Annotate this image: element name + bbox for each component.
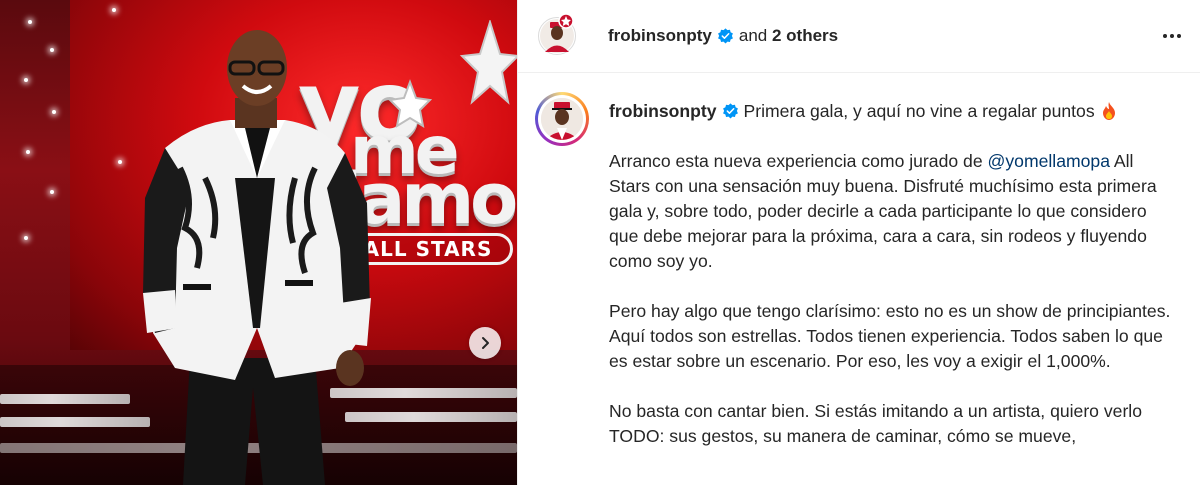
- stage-light: [50, 48, 54, 52]
- more-horizontal-icon: [1163, 34, 1167, 38]
- post-side-panel: frobinsonpty and 2 others frobinsonpty P…: [517, 0, 1200, 485]
- caption-avatar-image: [541, 98, 583, 140]
- caption-paragraph-3: No basta con cantar bien. Si estás imita…: [609, 401, 1142, 446]
- star-logo-icon: [387, 20, 517, 129]
- stage-light: [24, 78, 28, 82]
- and-label: and: [738, 26, 768, 45]
- stage-light: [118, 160, 122, 164]
- carousel-next-button[interactable]: [469, 327, 501, 359]
- author-avatar[interactable]: [538, 13, 576, 55]
- caption-first-line: frobinsonpty Primera gala, y aquí no vin…: [609, 99, 1179, 124]
- collaborators-text: and 2 others: [739, 26, 838, 46]
- stage-step: [0, 417, 150, 427]
- caption-paragraph-2: Pero hay algo que tengo clarísimo: esto …: [609, 301, 1171, 371]
- fire-emoji-icon: [1102, 102, 1115, 120]
- caption-headline: Primera gala, y aquí no vine a regalar p…: [743, 101, 1095, 121]
- caption-username-link[interactable]: frobinsonpty: [609, 101, 717, 121]
- collab-avatar-icon: [558, 13, 574, 29]
- mention-link[interactable]: @yomellamopa: [988, 151, 1111, 171]
- author-username-link[interactable]: frobinsonpty: [608, 26, 712, 46]
- caption-paragraph-1: Arranco esta nueva experiencia como jura…: [609, 149, 1179, 274]
- verified-badge-icon: [717, 27, 733, 44]
- caption-author-avatar[interactable]: [535, 92, 589, 146]
- stage-light: [52, 110, 56, 114]
- stage-light: [28, 20, 32, 24]
- post-media[interactable]: yo me llamo ALL STARS: [0, 0, 517, 485]
- stage-light: [50, 190, 54, 194]
- post-header: frobinsonpty and 2 others: [518, 0, 1200, 73]
- author-line: frobinsonpty and 2 others: [608, 26, 838, 46]
- caption-p1-text: Arranco esta nueva experiencia como jura…: [609, 151, 988, 171]
- verified-badge-icon: [722, 103, 738, 119]
- stage-step: [0, 394, 130, 404]
- caption-text: frobinsonpty Primera gala, y aquí no vin…: [609, 99, 1179, 474]
- stage-light: [26, 150, 30, 154]
- chevron-right-icon: [482, 337, 489, 349]
- others-link[interactable]: 2 others: [772, 26, 838, 45]
- host-photo: [143, 30, 371, 485]
- stage-light: [24, 236, 28, 240]
- stage-light: [112, 8, 116, 12]
- more-options-button[interactable]: [1158, 22, 1186, 50]
